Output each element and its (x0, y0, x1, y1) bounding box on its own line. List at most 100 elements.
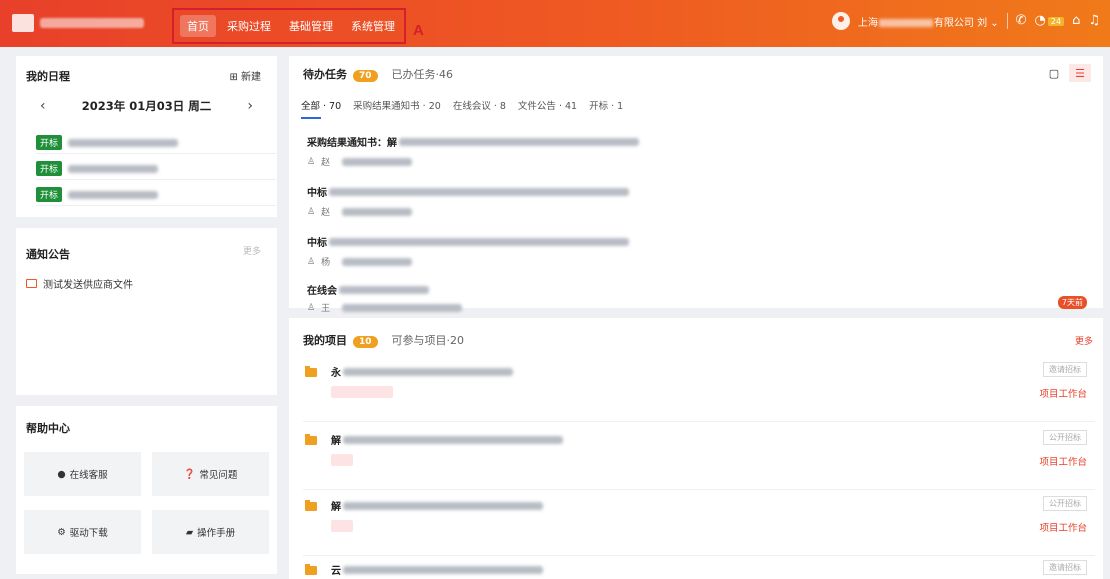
task-assignee: 赵 (321, 158, 331, 168)
chat-icon: ● (57, 468, 66, 480)
task-assignee: 王 (321, 304, 331, 314)
task-meta-blurred (342, 157, 413, 166)
projects-card: 我的项目 10 可参与项目·20 更多 永 邀请招标 项目工作台 解 公开招标 项… (289, 318, 1103, 579)
schedule-item[interactable]: 开标 (36, 184, 276, 206)
bell-icon[interactable]: ◔ (1035, 12, 1046, 30)
avatar[interactable] (831, 12, 850, 30)
list-view-icon[interactable]: ☰ (1069, 64, 1091, 82)
subtab-online-meeting[interactable]: 在线会议 · 8 (453, 98, 506, 112)
task-item[interactable]: 采购结果通知书：解 ♙ 赵 (307, 134, 1067, 168)
task-item[interactable]: 在线会 ♙ 王 (307, 282, 1067, 314)
bid-opening-tag: 开标 (36, 187, 63, 202)
folder-icon (305, 500, 317, 511)
task-assignee: 杨 (321, 258, 331, 268)
tab-my-projects[interactable]: 我的项目 10 (303, 332, 378, 348)
subtab-document-announcement[interactable]: 文件公告 · 41 (518, 98, 577, 112)
project-name: 解 (331, 502, 341, 513)
tab-available-projects[interactable]: 可参与项目·20 (392, 332, 465, 348)
task-title-blurred (399, 137, 639, 146)
annotation-box-a (172, 8, 406, 44)
topbar-right: 上海 有限公司 刘 ⌄ ✆ ◔ 24 ⌂ ♫ (831, 12, 1100, 30)
company-name-blurred (878, 18, 933, 27)
home-icon[interactable]: ⌂ (1072, 12, 1080, 30)
logo-text-blurred (40, 18, 144, 28)
project-item[interactable]: 解 公开招标 项目工作台 (303, 430, 1095, 490)
folder-icon (305, 434, 317, 445)
tab-my-projects-label: 我的项目 (303, 334, 347, 347)
project-item[interactable]: 解 公开招标 项目工作台 (303, 496, 1095, 556)
task-title: 中标 (307, 238, 327, 249)
company-user-selector[interactable]: 上海 有限公司 刘 ⌄ (858, 14, 999, 29)
manual-button[interactable]: ▰ 操作手册 (152, 510, 269, 554)
task-assignee: 赵 (321, 208, 331, 218)
phone-icon[interactable]: ✆ (1016, 12, 1027, 30)
bid-opening-tag: 开标 (36, 135, 63, 150)
annotation-label-a: A (413, 22, 424, 39)
schedule-item[interactable]: 开标 (36, 132, 276, 154)
subtab-all[interactable]: 全部 · 70 (301, 98, 341, 119)
schedule-title: 我的日程 (26, 70, 70, 83)
new-schedule-button[interactable]: ⊞ 新建 (229, 68, 261, 83)
task-title-blurred (329, 237, 629, 246)
project-name-blurred (343, 435, 563, 444)
folder-icon (305, 564, 317, 575)
next-day-chevron-icon[interactable]: › (233, 98, 267, 114)
user-icon: ♙ (307, 302, 316, 313)
chevron-down-icon: ⌄ (990, 17, 999, 29)
task-item[interactable]: 中标 ♙ 杨 (307, 234, 1067, 268)
subtab-result-notice[interactable]: 采购结果通知书 · 20 (353, 98, 441, 112)
tab-todo[interactable]: 待办任务 70 (303, 66, 378, 82)
help-center-card: 帮助中心 ● 在线客服 ❓ 常见问题 ⚙ 驱动下载 ▰ 操作手册 (16, 406, 277, 574)
schedule-text-blurred (68, 164, 159, 173)
driver-download-label: 驱动下载 (69, 528, 108, 539)
project-workbench-link[interactable]: 项目工作台 (1039, 454, 1087, 468)
online-service-label: 在线客服 (69, 470, 108, 481)
subtab-bid-opening[interactable]: 开标 · 1 (589, 98, 623, 112)
task-meta-blurred (342, 257, 413, 266)
notice-item[interactable]: 测试发送供应商文件 (26, 276, 133, 291)
gears-icon: ⚙ (57, 526, 66, 538)
schedule-text-blurred (68, 190, 159, 199)
project-status-tag (331, 386, 393, 398)
mail-icon (26, 279, 37, 288)
task-title-blurred (339, 285, 429, 294)
driver-download-button[interactable]: ⚙ 驱动下载 (24, 510, 141, 554)
project-name: 解 (331, 436, 341, 447)
task-title: 中标 (307, 188, 327, 199)
prev-day-chevron-icon[interactable]: ‹ (26, 98, 60, 114)
online-service-button[interactable]: ● 在线客服 (24, 452, 141, 496)
projects-more-link[interactable]: 更多 (1075, 334, 1093, 347)
notice-title: 通知公告 (26, 248, 70, 261)
logo[interactable] (12, 13, 150, 33)
project-name-blurred (343, 501, 543, 510)
task-title: 采购结果通知书：解 (307, 138, 397, 149)
project-workbench-link[interactable]: 项目工作台 (1039, 520, 1087, 534)
project-type-badge: 公开招标 (1043, 496, 1087, 511)
notice-item-title: 测试发送供应商文件 (43, 280, 133, 291)
headset-icon[interactable]: ♫ (1088, 12, 1100, 30)
schedule-item[interactable]: 开标 (36, 158, 276, 180)
faq-button[interactable]: ❓ 常见问题 (152, 452, 269, 496)
project-name: 永 (331, 368, 341, 379)
card-view-icon[interactable]: ▢ (1043, 64, 1065, 82)
task-item[interactable]: 中标 ♙ 赵 (307, 184, 1067, 218)
task-meta-blurred (342, 207, 413, 216)
user-icon: ♙ (307, 206, 316, 217)
tab-done[interactable]: 已办任务·46 (392, 66, 454, 82)
help-title: 帮助中心 (26, 422, 70, 435)
user-name: 刘 (977, 17, 988, 29)
my-projects-count-badge: 10 (353, 336, 378, 348)
schedule-card: 我的日程 ⊞ 新建 ‹ 2023年 01月03日 周二 › 开标 开标 开标 (16, 56, 277, 217)
company-suffix: 有限公司 (933, 17, 974, 29)
current-date: 2023年 01月03日 周二 (81, 99, 212, 113)
project-item[interactable]: 云 邀请招标 (303, 560, 1095, 579)
notice-more-link[interactable]: 更多 (243, 244, 261, 257)
divider (303, 555, 1095, 556)
project-name-blurred (343, 565, 543, 574)
divider (1006, 13, 1008, 29)
project-item[interactable]: 永 邀请招标 项目工作台 (303, 362, 1095, 422)
divider (303, 421, 1095, 422)
project-workbench-link[interactable]: 项目工作台 (1039, 386, 1087, 400)
project-name: 云 (331, 566, 341, 577)
project-type-badge: 邀请招标 (1043, 560, 1087, 575)
